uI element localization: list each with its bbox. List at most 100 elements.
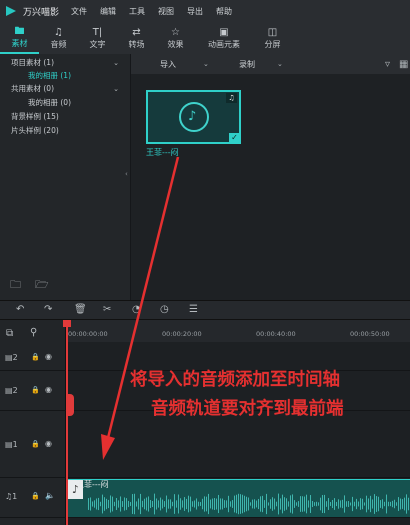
library-item-intros[interactable]: 片头样例 (20) xyxy=(0,125,131,137)
import-dropdown[interactable]: 导入 xyxy=(160,59,176,70)
audio-badge-icon: ♫ xyxy=(226,93,237,103)
tab-elements-label: 动画元素 xyxy=(208,39,240,49)
cut-icon[interactable]: ✂ xyxy=(103,304,111,315)
tab-split-screen[interactable]: ◫ 分屏 xyxy=(253,22,292,54)
add-track-icon[interactable]: ⧉ xyxy=(6,328,13,339)
library-item-label: 背景样例 (15) xyxy=(11,112,59,121)
timeline-ruler: 00:00:00:00 00:00:20:00 00:00:40:00 00:0… xyxy=(66,320,410,342)
video-track-icon: ▤2 xyxy=(5,353,18,362)
track-number: 1 xyxy=(12,492,18,501)
eye-icon[interactable]: ◉ xyxy=(45,352,52,361)
tab-transition-label: 转场 xyxy=(128,39,145,49)
title-bar: 万兴喵影 文件 编辑 工具 视图 导出 帮助 xyxy=(0,0,410,22)
delete-icon[interactable]: 🗑 xyxy=(74,304,87,315)
menu-view[interactable]: 视图 xyxy=(158,6,174,17)
text-icon: T| xyxy=(92,26,103,38)
lock-icon[interactable]: 🔒 xyxy=(31,492,40,500)
tab-elements[interactable]: ▣ 动画元素 xyxy=(195,22,253,54)
library-item-label: 我的相册 (1) xyxy=(28,71,72,80)
ruler-tick-label: 00:00:40:00 xyxy=(256,330,296,338)
chevron-down-icon: ⌄ xyxy=(113,59,119,67)
tab-media-label: 素材 xyxy=(11,38,28,48)
ruler-tick-label: 00:00:50:00 xyxy=(350,330,390,338)
media-toolbar: 导入 ⌄ 录制 ⌄ ▿ ▦ xyxy=(131,54,410,74)
library-item-label: 片头样例 (20) xyxy=(11,126,59,135)
timeline-toolbar: ↶ ↷ 🗑 ✂ ◔ ◷ ☰ xyxy=(0,300,410,320)
delete-folder-icon[interactable]: 🗁 xyxy=(35,276,49,295)
grid-view-icon[interactable]: ▦ xyxy=(399,59,408,70)
tab-effects-label: 效果 xyxy=(167,39,184,49)
menu-export[interactable]: 导出 xyxy=(187,6,203,17)
speed-icon[interactable]: ◔ xyxy=(132,304,141,315)
audio-disc-icon: ♪ xyxy=(179,102,209,132)
collapse-panel-icon[interactable]: ‹ xyxy=(125,170,128,178)
audio-waveform xyxy=(88,493,409,515)
chevron-down-icon: ⌄ xyxy=(277,60,283,68)
elements-icon: ▣ xyxy=(219,26,229,38)
playhead[interactable] xyxy=(66,322,68,525)
tab-effects[interactable]: ☆ 效果 xyxy=(156,22,195,54)
record-dropdown[interactable]: 录制 xyxy=(239,59,255,70)
library-item-label: 我的相册 (0) xyxy=(28,98,72,107)
effects-icon: ☆ xyxy=(171,26,180,38)
menu-help[interactable]: 帮助 xyxy=(216,6,232,17)
eye-icon[interactable]: ◉ xyxy=(45,385,52,394)
chevron-down-icon: ⌄ xyxy=(113,85,119,93)
annotation-text: 将导入的音频添加至时间轴 音频轨道要对齐到最前端 xyxy=(130,366,410,424)
eye-icon[interactable]: ◉ xyxy=(45,439,52,448)
folder-icon: 🖿 xyxy=(14,25,25,37)
media-thumbnail[interactable]: ♪ ♫ ✓ xyxy=(146,90,241,144)
ruler-tick-label: 00:00:20:00 xyxy=(162,330,202,338)
library-item-project-media[interactable]: 项目素材 (1) ⌄ xyxy=(0,57,131,69)
lock-icon[interactable]: 🔒 xyxy=(31,440,40,448)
lock-icon[interactable]: 🔒 xyxy=(31,386,40,394)
video-track-icon: ▤2 xyxy=(5,386,18,395)
adjust-icon[interactable]: ☰ xyxy=(189,304,198,315)
ruler-tick-label: 00:00:00:00 xyxy=(68,330,108,338)
tab-split-screen-label: 分屏 xyxy=(264,39,281,49)
tab-text-label: 文字 xyxy=(89,39,106,49)
music-note-icon: ♫ xyxy=(54,26,63,38)
redo-icon[interactable]: ↷ xyxy=(44,304,52,315)
menu-edit[interactable]: 编辑 xyxy=(100,6,116,17)
app-title: 万兴喵影 xyxy=(23,7,60,18)
tab-audio[interactable]: ♫ 音频 xyxy=(39,22,78,54)
tab-transition[interactable]: ⇄ 转场 xyxy=(117,22,156,54)
library-item-shared-media[interactable]: 共用素材 (0) ⌄ xyxy=(0,83,131,95)
library-footer: 🗀 🗁 xyxy=(10,276,49,295)
menu-tools[interactable]: 工具 xyxy=(129,6,145,17)
library-item-label: 共用素材 (0) xyxy=(11,84,55,93)
link-icon[interactable]: ⚲ xyxy=(30,327,37,338)
annotation-line-2: 音频轨道要对齐到最前端 xyxy=(151,399,344,419)
library-item-my-album[interactable]: 我的相册 (1) xyxy=(0,70,131,82)
track-number: 2 xyxy=(12,386,18,395)
duration-icon[interactable]: ◷ xyxy=(160,304,169,315)
audio-clip-name: 王菲---闷 xyxy=(76,480,109,489)
lock-icon[interactable]: 🔒 xyxy=(31,353,40,361)
music-note-icon: ♪ xyxy=(188,109,197,124)
library-item-backgrounds[interactable]: 背景样例 (15) xyxy=(0,111,131,123)
track-number: 2 xyxy=(12,353,18,362)
split-screen-icon: ◫ xyxy=(267,26,278,38)
tab-media[interactable]: 🖿 素材 xyxy=(0,22,39,54)
undo-icon[interactable]: ↶ xyxy=(16,304,24,315)
menu-file[interactable]: 文件 xyxy=(71,6,87,17)
media-clip-name: 王菲---闷 xyxy=(146,148,179,157)
menu-bar: 文件 编辑 工具 视图 导出 帮助 xyxy=(71,6,245,17)
filter-icon[interactable]: ▿ xyxy=(385,59,390,70)
media-tabs: 🖿 素材 ♫ 音频 T| 文字 ⇄ 转场 ☆ 效果 ▣ 动画元素 ◫ 分屏 xyxy=(0,22,410,54)
library-panel: 项目素材 (1) ⌄ 我的相册 (1) 共用素材 (0) ⌄ 我的相册 (0) … xyxy=(0,54,131,300)
audio-track-icon: ♫1 xyxy=(5,492,18,501)
video-track-icon: ▤1 xyxy=(5,440,18,449)
transition-icon: ⇄ xyxy=(132,26,141,38)
speaker-icon[interactable]: 🔈 xyxy=(45,491,55,500)
check-icon: ✓ xyxy=(229,133,240,143)
new-folder-icon[interactable]: 🗀 xyxy=(10,276,21,295)
tab-text[interactable]: T| 文字 xyxy=(78,22,117,54)
tab-audio-label: 音频 xyxy=(50,39,67,49)
library-item-label: 项目素材 (1) xyxy=(11,58,55,67)
annotation-line-1: 将导入的音频添加至时间轴 xyxy=(130,370,340,390)
audio-clip[interactable]: ♪ xyxy=(68,479,410,517)
track-number: 1 xyxy=(12,440,18,449)
library-item-shared-album[interactable]: 我的相册 (0) xyxy=(0,97,131,109)
